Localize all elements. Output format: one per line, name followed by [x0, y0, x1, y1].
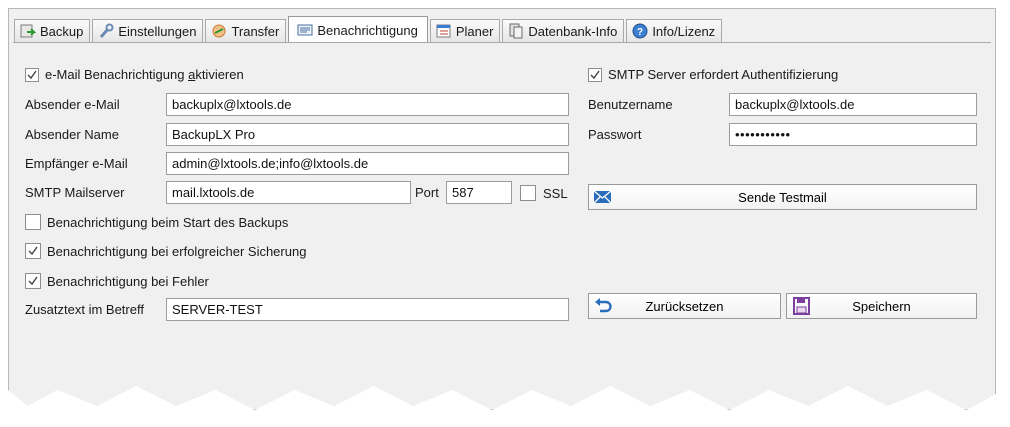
tab-label: Datenbank-Info — [528, 23, 618, 39]
on-success-checkbox[interactable] — [25, 243, 41, 259]
send-testmail-label: Sende Testmail — [738, 189, 827, 205]
on-error-row[interactable]: Benachrichtigung bei Fehler — [25, 273, 209, 289]
reset-button[interactable]: Zurücksetzen — [588, 293, 781, 319]
password-field[interactable] — [729, 123, 977, 146]
ssl-label: SSL — [543, 185, 568, 201]
subject-field[interactable] — [166, 298, 569, 321]
requires-auth-checkbox[interactable] — [588, 67, 602, 82]
tab-einstellungen[interactable]: Einstellungen — [92, 19, 204, 42]
on-error-checkbox[interactable] — [25, 273, 41, 289]
smtp-server-field[interactable] — [166, 181, 411, 204]
database-icon — [508, 23, 524, 39]
reset-label: Zurücksetzen — [645, 298, 724, 314]
tab-strip: Backup Einstellungen Transfer Benachrich… — [14, 16, 995, 43]
save-button[interactable]: Speichern — [786, 293, 977, 319]
envelope-icon — [593, 188, 613, 206]
username-field[interactable] — [729, 93, 977, 116]
requires-auth-label: SMTP Server erfordert Authentifizierung — [608, 67, 839, 82]
ssl-checkbox[interactable] — [520, 185, 536, 201]
backup-icon — [20, 23, 37, 39]
tab-label: Info/Lizenz — [652, 23, 716, 39]
smtp-server-label: SMTP Mailserver — [25, 185, 125, 200]
enable-notification-checkbox[interactable] — [25, 67, 39, 82]
sender-email-field[interactable] — [166, 93, 569, 116]
save-label: Speichern — [852, 298, 911, 314]
notification-panel: e-Mail Benachrichtigung aktivieren Absen… — [13, 42, 991, 409]
tab-info-lizenz[interactable]: ? Info/Lizenz — [626, 19, 723, 42]
tab-transfer[interactable]: Transfer — [205, 19, 287, 42]
tab-label: Benachrichtigung — [317, 22, 418, 38]
sender-name-label: Absender Name — [25, 127, 119, 142]
tab-backup[interactable]: Backup — [14, 19, 91, 42]
calendar-icon — [436, 23, 452, 39]
on-success-label: Benachrichtigung bei erfolgreicher Siche… — [47, 243, 307, 259]
svg-text:?: ? — [637, 27, 643, 38]
enable-notification-label: e-Mail Benachrichtigung aktivieren — [45, 67, 244, 82]
check-mark-icon — [28, 246, 38, 256]
wrench-icon — [98, 23, 114, 39]
undo-icon — [593, 297, 613, 315]
password-label: Passwort — [588, 127, 642, 142]
tab-label: Backup — [40, 23, 84, 39]
ssl-row[interactable]: SSL — [520, 185, 568, 201]
transfer-icon — [211, 23, 227, 39]
port-field[interactable] — [446, 181, 512, 204]
app-window: Backup Einstellungen Transfer Benachrich… — [8, 8, 996, 410]
tab-benachrichtigung[interactable]: Benachrichtigung — [288, 16, 428, 43]
tab-label: Einstellungen — [118, 23, 197, 39]
on-error-label: Benachrichtigung bei Fehler — [47, 273, 209, 289]
on-success-row[interactable]: Benachrichtigung bei erfolgreicher Siche… — [25, 243, 306, 259]
sender-email-label: Absender e-Mail — [25, 97, 120, 112]
info-icon: ? — [632, 23, 648, 39]
check-mark-icon — [27, 70, 37, 79]
notification-icon — [297, 22, 313, 38]
on-start-checkbox[interactable] — [25, 214, 41, 230]
recipient-field[interactable] — [166, 152, 569, 175]
tab-planer[interactable]: Planer — [429, 19, 501, 42]
enable-notification-row[interactable]: e-Mail Benachrichtigung aktivieren — [25, 67, 244, 82]
tab-label: Transfer — [231, 23, 280, 39]
sender-name-field[interactable] — [166, 123, 569, 146]
port-label: Port — [415, 185, 439, 200]
requires-auth-row[interactable]: SMTP Server erfordert Authentifizierung — [588, 67, 838, 82]
recipient-label: Empfänger e-Mail — [25, 156, 128, 171]
send-testmail-button[interactable]: Sende Testmail — [588, 184, 977, 210]
on-start-row[interactable]: Benachrichtigung beim Start des Backups — [25, 214, 288, 230]
username-label: Benutzername — [588, 97, 673, 112]
check-mark-icon — [590, 70, 600, 79]
on-start-label: Benachrichtigung beim Start des Backups — [47, 214, 289, 230]
floppy-disk-icon — [791, 297, 811, 315]
check-mark-icon — [28, 276, 38, 286]
subject-label: Zusatztext im Betreff — [25, 302, 144, 317]
tab-datenbank-info[interactable]: Datenbank-Info — [502, 19, 625, 42]
tab-label: Planer — [455, 23, 494, 39]
